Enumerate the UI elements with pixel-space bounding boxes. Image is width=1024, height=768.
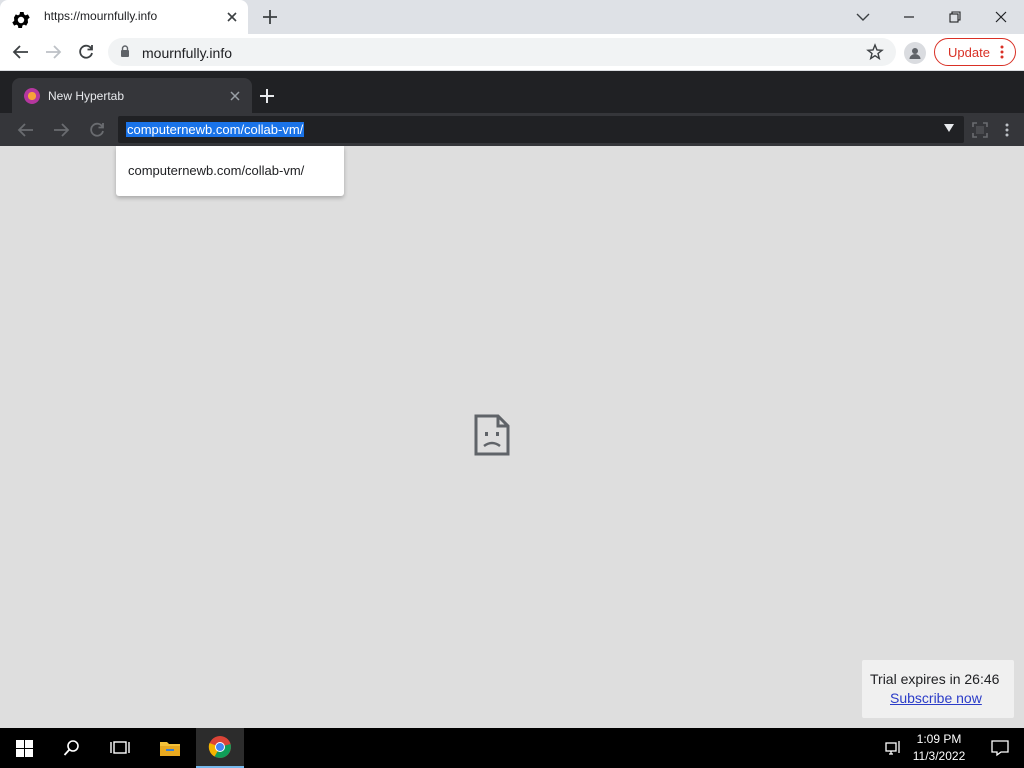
sad-page-error-icon <box>474 414 510 456</box>
hypertab-tab-title: New Hypertab <box>48 89 125 103</box>
update-button-label: Update <box>948 45 990 60</box>
back-arrow-icon[interactable] <box>10 41 32 63</box>
outer-url-text: mournfully.info <box>142 45 233 61</box>
new-tab-plus-icon[interactable] <box>260 7 280 27</box>
outer-tab-title: https://mournfully.info <box>44 9 158 23</box>
close-window-icon[interactable] <box>978 0 1024 34</box>
file-explorer-folder-icon[interactable] <box>146 728 194 768</box>
tab-search-chevron-icon[interactable] <box>840 0 886 34</box>
hypertab-tab-strip: New Hypertab <box>0 71 1024 113</box>
hypertab-logo-icon <box>24 88 40 104</box>
search-icon[interactable] <box>48 728 96 768</box>
notifications-icon[interactable] <box>976 728 1024 768</box>
system-clock[interactable]: 1:09 PM 11/3/2022 <box>904 731 974 765</box>
chrome-taskbar-icon[interactable] <box>196 728 244 768</box>
start-windows-icon[interactable] <box>0 728 48 768</box>
hypertab-address-input[interactable]: computernewb.com/collab-vm/ <box>126 122 305 137</box>
outer-tab-strip: https://mournfully.info <box>0 0 1024 34</box>
trial-expiry-text: Trial expires in 26:46 <box>870 671 1000 687</box>
page-content-area <box>0 146 1024 728</box>
suggestion-item[interactable]: computernewb.com/collab-vm/ <box>128 163 304 178</box>
new-tab-plus-icon[interactable] <box>258 87 276 105</box>
restore-icon[interactable] <box>932 0 978 34</box>
dropdown-caret-icon[interactable] <box>944 124 954 132</box>
fullscreen-icon[interactable] <box>970 120 990 140</box>
reload-icon[interactable] <box>87 120 107 140</box>
bookmark-star-icon[interactable] <box>866 43 884 61</box>
reload-icon[interactable] <box>75 41 97 63</box>
clock-date: 11/3/2022 <box>912 749 966 763</box>
back-arrow-icon[interactable] <box>16 120 36 140</box>
outer-toolbar: mournfully.info Update <box>0 34 1024 71</box>
profile-avatar-icon[interactable] <box>904 42 926 64</box>
outer-address-bar[interactable]: mournfully.info <box>108 38 896 66</box>
kebab-menu-icon[interactable] <box>999 44 1005 60</box>
lock-icon <box>121 45 129 57</box>
hypertab-toolbar: computernewb.com/collab-vm/ <box>0 113 1024 146</box>
minimize-icon[interactable] <box>886 0 932 34</box>
hypertab-tab[interactable]: New Hypertab <box>12 78 252 113</box>
taskbar: 1:09 PM 11/3/2022 <box>0 728 1024 768</box>
update-button[interactable]: Update <box>934 38 1016 66</box>
forward-arrow-icon[interactable] <box>51 120 71 140</box>
trial-notice: Trial expires in 26:46 Subscribe now <box>862 660 1014 718</box>
clock-time: 1:09 PM <box>916 732 962 746</box>
gear-icon <box>12 12 30 28</box>
hypertab-address-bar[interactable]: computernewb.com/collab-vm/ <box>118 116 964 143</box>
task-view-icon[interactable] <box>96 728 144 768</box>
forward-arrow-icon[interactable] <box>42 41 64 63</box>
close-tab-icon[interactable] <box>228 89 242 103</box>
close-tab-icon[interactable] <box>224 9 240 25</box>
subscribe-link[interactable]: Subscribe now <box>890 690 982 706</box>
outer-tab-active[interactable]: https://mournfully.info <box>0 0 248 34</box>
kebab-menu-icon[interactable] <box>997 120 1017 140</box>
address-suggestion-dropdown: computernewb.com/collab-vm/ <box>116 146 344 196</box>
